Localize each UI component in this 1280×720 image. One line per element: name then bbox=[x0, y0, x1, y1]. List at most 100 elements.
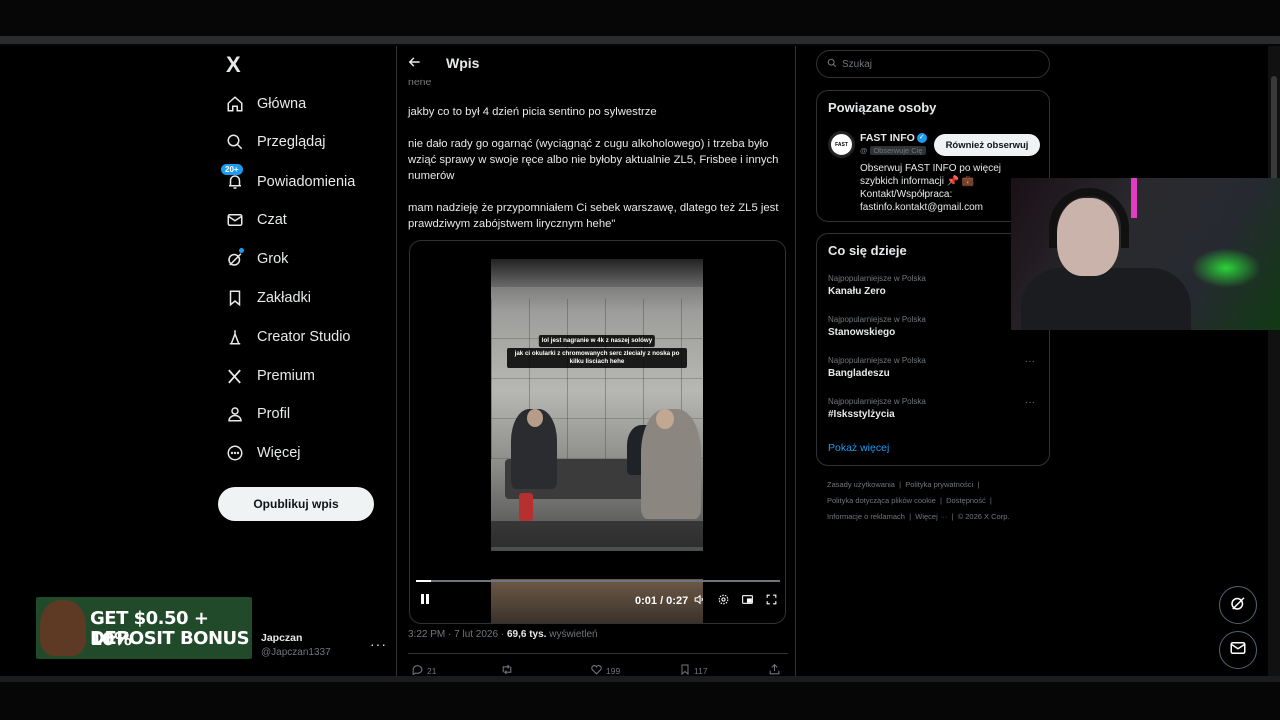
avatar[interactable]: FAST bbox=[828, 131, 855, 158]
related-account[interactable]: FAST INFO ✓ bbox=[860, 132, 927, 144]
share-icon bbox=[768, 663, 781, 676]
trend-more-icon[interactable]: ··· bbox=[1025, 397, 1035, 408]
verified-badge-icon: ✓ bbox=[916, 133, 927, 144]
related-account-handle: @ Obserwuje Cię bbox=[860, 146, 926, 155]
bookmark-button[interactable]: 117 bbox=[679, 663, 708, 676]
grok-icon bbox=[1229, 594, 1247, 617]
grok-dot bbox=[239, 248, 244, 253]
search-input[interactable]: Szukaj bbox=[816, 50, 1050, 78]
volume-icon[interactable] bbox=[693, 593, 706, 609]
page-scrollbar[interactable] bbox=[1268, 46, 1280, 676]
promo-banner: GET $0.50 + 10% DEPOSIT BONUS bbox=[36, 597, 252, 659]
nav-item-label: Więcej bbox=[257, 445, 301, 461]
footer-terms-link[interactable]: Zasady użytkowania bbox=[827, 480, 895, 489]
nav-item-creator-studio[interactable]: Creator Studio bbox=[218, 322, 351, 352]
grok-floating-button[interactable] bbox=[1219, 586, 1257, 624]
follows-you-badge: Obserwuje Cię bbox=[870, 146, 926, 155]
picture-in-picture-icon[interactable] bbox=[741, 593, 754, 609]
nav-item-chat[interactable]: Czat bbox=[218, 205, 287, 235]
search-icon bbox=[218, 130, 252, 154]
follow-back-button[interactable]: Również obserwuj bbox=[934, 134, 1040, 156]
video-progress-bar[interactable] bbox=[416, 580, 780, 582]
reply-count: 21 bbox=[427, 666, 437, 676]
footer-privacy-link[interactable]: Polityka prywatności bbox=[905, 480, 973, 489]
trend-more-icon[interactable]: ··· bbox=[1025, 356, 1035, 367]
trend-item[interactable]: Najpopularniejsze w Polska Stanowskiego bbox=[828, 315, 926, 338]
footer-accessibility-link[interactable]: Dostępność bbox=[946, 496, 986, 505]
trend-category: Najpopularniejsze w Polska bbox=[828, 274, 926, 283]
grok-icon bbox=[218, 247, 252, 271]
footer-links: Zasady użytkowania | Polityka prywatnośc… bbox=[827, 480, 980, 489]
trend-name: Kanału Zero bbox=[828, 286, 886, 297]
account-handle: @Japczan1337 bbox=[261, 647, 331, 658]
footer-more-link[interactable]: Więcej ··· bbox=[915, 512, 947, 521]
nav-item-grok[interactable]: Grok bbox=[218, 244, 288, 274]
settings-gear-icon[interactable] bbox=[717, 593, 730, 609]
repost-button[interactable] bbox=[500, 663, 517, 676]
post-paragraph: mam nadzieję że przypomniałem Ci sebek w… bbox=[408, 202, 779, 230]
search-placeholder: Szukaj bbox=[842, 58, 873, 70]
trend-name: Stanowskiego bbox=[828, 327, 896, 338]
nav-item-label: Creator Studio bbox=[257, 329, 351, 345]
like-button[interactable]: 199 bbox=[590, 663, 620, 676]
views-count: 69,6 tys. bbox=[506, 629, 547, 640]
home-icon bbox=[218, 92, 252, 116]
share-button[interactable] bbox=[768, 663, 784, 676]
footer-copyright: © 2026 X Corp. bbox=[957, 512, 1010, 521]
nav-item-label: Powiadomienia bbox=[257, 174, 356, 190]
trend-category: Najpopularniejsze w Polska bbox=[828, 315, 926, 324]
mail-icon bbox=[1229, 639, 1247, 662]
nav-item-label: Zakładki bbox=[257, 290, 311, 306]
video-frame[interactable]: lol jest nagranie w 4k z naszej solówy j… bbox=[491, 259, 703, 551]
bookmark-icon bbox=[218, 286, 252, 310]
trend-item[interactable]: Najpopularniejsze w Polska #Isksstylżyci… bbox=[828, 397, 926, 420]
fullscreen-icon[interactable] bbox=[765, 593, 778, 609]
trend-item[interactable]: Najpopularniejsze w Polska Kanału Zero bbox=[828, 274, 926, 297]
nav-item-home[interactable]: Główna bbox=[218, 89, 306, 119]
footer-links: Polityka dotycząca plików cookie | Dostę… bbox=[827, 496, 992, 505]
nav-item-notifications[interactable]: 20+ Powiadomienia bbox=[218, 164, 356, 197]
x-logo-icon[interactable]: X bbox=[226, 54, 248, 76]
nav-item-label: Profil bbox=[257, 406, 291, 422]
footer-links: Informacje o reklamach | Więcej ··· | © … bbox=[827, 512, 1010, 521]
page-title: Wpis bbox=[446, 55, 480, 71]
video-progress-fill bbox=[416, 580, 431, 582]
publish-post-button[interactable]: Opublikuj wpis bbox=[218, 487, 374, 521]
footer-cookies-link[interactable]: Polityka dotycząca plików cookie bbox=[827, 496, 936, 505]
related-handle: @ bbox=[860, 146, 868, 155]
post-timestamp: 3:22 PM · 7 lut 2026 · bbox=[408, 629, 507, 640]
nav-item-bookmarks[interactable]: Zakładki bbox=[218, 283, 311, 313]
nav-item-explore[interactable]: Przeglądaj bbox=[218, 127, 326, 157]
repost-icon bbox=[500, 663, 514, 676]
back-arrow-icon[interactable] bbox=[408, 55, 422, 72]
mascot-image bbox=[40, 600, 86, 656]
account-name: Japczan bbox=[261, 632, 303, 644]
creator-icon bbox=[218, 325, 252, 349]
messages-floating-button[interactable] bbox=[1219, 631, 1257, 669]
reply-icon bbox=[411, 663, 424, 676]
post-paragraph: nie dało rady go ogarnąć (wyciągnąć z cu… bbox=[408, 138, 779, 182]
footer-ads-link[interactable]: Informacje o reklamach bbox=[827, 512, 905, 521]
post-column: hehe Wpis jakby co to był 4 dzień picia … bbox=[396, 46, 796, 676]
mail-icon bbox=[218, 208, 252, 232]
trend-item[interactable]: Najpopularniejsze w Polska Bangladeszu bbox=[828, 356, 926, 379]
account-switcher[interactable]: Japczan @Japczan1337 bbox=[261, 632, 331, 658]
nav-item-more[interactable]: Więcej bbox=[218, 438, 301, 468]
reply-button[interactable]: 21 bbox=[411, 663, 436, 676]
bookmark-count: 117 bbox=[694, 666, 708, 676]
bell-icon: 20+ bbox=[218, 164, 252, 194]
trend-category: Najpopularniejsze w Polska bbox=[828, 356, 926, 365]
webcam-overlay bbox=[1011, 178, 1280, 330]
nav-item-label: Premium bbox=[257, 368, 316, 384]
trends-title: Co się dzieje bbox=[828, 243, 907, 258]
related-account-name: FAST INFO bbox=[860, 132, 915, 144]
profile-icon bbox=[218, 402, 252, 426]
pause-icon[interactable] bbox=[419, 593, 431, 608]
video-player[interactable]: lol jest nagranie w 4k z naszej solówy j… bbox=[409, 240, 786, 624]
nav-item-premium[interactable]: Premium bbox=[218, 361, 315, 391]
show-more-link[interactable]: Pokaż więcej bbox=[828, 442, 889, 454]
bookmark-icon bbox=[679, 663, 691, 676]
nav-item-profile[interactable]: Profil bbox=[218, 399, 290, 429]
post-header: Wpis bbox=[397, 46, 795, 80]
account-more-icon[interactable]: ··· bbox=[370, 636, 387, 652]
